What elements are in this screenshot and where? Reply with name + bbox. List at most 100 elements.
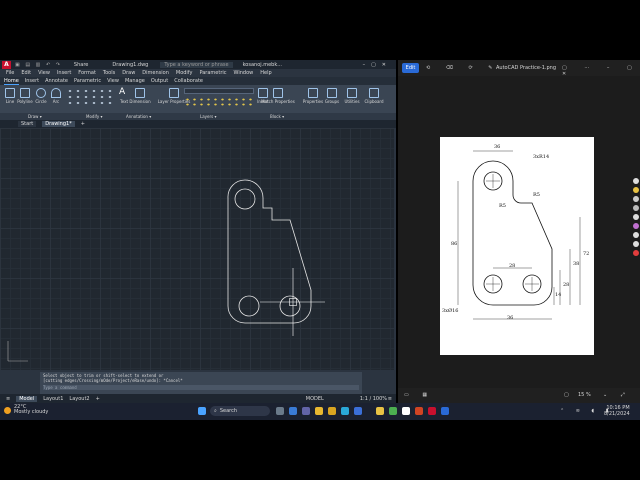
tab-output[interactable]: Output — [151, 78, 168, 84]
chrome-icon[interactable] — [632, 187, 639, 193]
dimension-tool-button[interactable]: Dimension — [129, 85, 151, 104]
layer-tools-row[interactable] — [184, 97, 254, 107]
properties-button[interactable]: Properties — [303, 85, 323, 104]
model-space-badge[interactable]: MODEL — [306, 396, 324, 402]
menu-draw[interactable]: Draw — [122, 70, 135, 76]
task-view-icon[interactable] — [276, 407, 284, 415]
tab-annotate[interactable]: Annotate — [45, 78, 68, 84]
tab-home[interactable]: Home — [4, 78, 19, 85]
match-properties-button[interactable]: Match Properties — [261, 85, 295, 104]
menu-edit[interactable]: Edit — [21, 70, 31, 76]
taskbar-search[interactable]: ⌕ Search — [210, 406, 270, 416]
panel-modify[interactable]: Modify ▾ — [86, 114, 103, 119]
tab-insert[interactable]: Insert — [25, 78, 39, 84]
chrome-app-icon[interactable] — [376, 407, 384, 415]
clock[interactable]: 10:16 PM 8/21/2024 — [604, 405, 630, 417]
viewer-tools-icons[interactable]: ⟲ ⌫ ⟳ ✎ — [426, 65, 499, 71]
menu-file[interactable]: File — [6, 70, 14, 76]
menu-format[interactable]: Format — [78, 70, 96, 76]
window-controls[interactable]: –▢✕ — [363, 62, 392, 68]
record-icon[interactable] — [632, 250, 639, 256]
user-account[interactable]: kosanoj.mebk... — [243, 62, 282, 68]
photos-icon[interactable] — [441, 407, 449, 415]
dim-38: 38 — [573, 261, 580, 267]
panel-draw[interactable]: Draw ▾ — [28, 114, 42, 119]
weather-widget[interactable]: 22°C Mostly cloudy — [4, 405, 48, 415]
tab-start[interactable]: Start — [18, 121, 37, 127]
zoom-icon[interactable] — [632, 214, 639, 220]
add-layout-icon[interactable]: + — [96, 396, 100, 402]
menu-tools[interactable]: Tools — [103, 70, 115, 76]
tab-collaborate[interactable]: Collaborate — [174, 78, 203, 84]
folder-icon[interactable] — [328, 407, 336, 415]
highlight-icon[interactable] — [632, 223, 639, 229]
menu-modify[interactable]: Modify — [176, 70, 193, 76]
circle-tool-button[interactable]: Circle — [33, 85, 49, 104]
menu-dimension[interactable]: Dimension — [142, 70, 169, 76]
autocad-taskbar-icon[interactable] — [428, 407, 436, 415]
share-button[interactable]: Share — [74, 62, 88, 68]
panel-annotation[interactable]: Annotation ▾ — [126, 114, 151, 119]
fit-icon[interactable]: ▢ — [564, 392, 569, 398]
menu-view[interactable]: View — [38, 70, 50, 76]
menu-lines-icon[interactable]: ≡ — [6, 396, 10, 402]
help-search-input[interactable]: Type a keyword or phrase — [160, 61, 233, 68]
drawing-canvas[interactable] — [0, 128, 394, 370]
annotation-scale[interactable]: 1:1 / 100% — [360, 396, 387, 402]
autocad-logo-icon[interactable]: A — [2, 60, 11, 69]
tab-layout1[interactable]: Layout1 — [43, 396, 63, 402]
store-icon[interactable] — [354, 407, 362, 415]
utilities-icon — [347, 88, 357, 98]
tab-parametric[interactable]: Parametric — [74, 78, 101, 84]
file-explorer-icon[interactable] — [315, 407, 323, 415]
camera-icon[interactable] — [632, 178, 639, 184]
widgets-icon[interactable] — [289, 407, 297, 415]
tab-drawing1[interactable]: Drawing1* — [42, 121, 75, 127]
viewer-menu-icons[interactable]: ▢ ⋯ – ▢ ✕ — [562, 65, 640, 77]
groups-button[interactable]: Groups — [324, 85, 340, 104]
modify-tools-grid[interactable] — [66, 88, 114, 106]
zoom-level[interactable]: 15 % — [578, 392, 591, 398]
menu-help[interactable]: Help — [260, 70, 271, 76]
polyline-tool-button[interactable]: Polyline — [17, 85, 33, 104]
tab-layout2[interactable]: Layout2 — [69, 396, 89, 402]
command-line[interactable]: Select object to trim or shift-select to… — [40, 372, 362, 394]
layers-icon — [169, 88, 179, 98]
new-tab-icon[interactable]: + — [81, 121, 85, 127]
line-tool-button[interactable]: Line — [2, 85, 18, 104]
tab-model[interactable]: Model — [16, 395, 38, 402]
teams-icon[interactable] — [302, 407, 310, 415]
cursor-icon[interactable] — [632, 205, 639, 211]
weather-icon — [4, 406, 11, 414]
command-input[interactable]: Type a command — [43, 385, 359, 390]
insert-block-icon — [258, 88, 268, 98]
edit-button[interactable]: Edit — [402, 63, 419, 73]
quick-access-toolbar[interactable]: ▣ ▤ ▥ ↶ ↷ — [15, 62, 62, 68]
customization-icon[interactable]: ≡ — [388, 396, 392, 402]
windows-start-icon[interactable] — [198, 407, 206, 415]
utilities-button[interactable]: Utilities — [344, 85, 360, 104]
clipboard-button[interactable]: Clipboard — [364, 85, 384, 104]
panel-layers[interactable]: Layers ▾ — [200, 114, 217, 119]
layer-properties-button[interactable]: Layer Properties — [158, 85, 190, 104]
powerpoint-icon[interactable] — [415, 407, 423, 415]
menu-parametric[interactable]: Parametric — [199, 70, 226, 76]
groups-icon — [327, 88, 337, 98]
tab-manage[interactable]: Manage — [125, 78, 145, 84]
app-icon-3[interactable] — [402, 407, 410, 415]
eraser-icon[interactable] — [632, 232, 639, 238]
pen-icon[interactable] — [632, 241, 639, 247]
menu-window[interactable]: Window — [234, 70, 254, 76]
viewer-left-icons[interactable]: ▭ ▦ — [404, 392, 433, 398]
layer-dropdown[interactable] — [184, 88, 254, 94]
autocad-title-bar: A ▣ ▤ ▥ ↶ ↷ Share Drawing1.dwg Type a ke… — [0, 60, 396, 69]
panel-block[interactable]: Block ▾ — [270, 114, 284, 119]
dim-holes: 3xØ16 — [442, 308, 459, 314]
tab-view[interactable]: View — [107, 78, 119, 84]
menu-insert[interactable]: Insert — [57, 70, 71, 76]
viewer-right-icons[interactable]: ⌄ ⤢ — [603, 392, 631, 398]
settings-icon[interactable] — [632, 196, 639, 202]
app-icon-2[interactable] — [389, 407, 397, 415]
arc-tool-button[interactable]: Arc — [48, 85, 64, 104]
edge-icon[interactable] — [341, 407, 349, 415]
